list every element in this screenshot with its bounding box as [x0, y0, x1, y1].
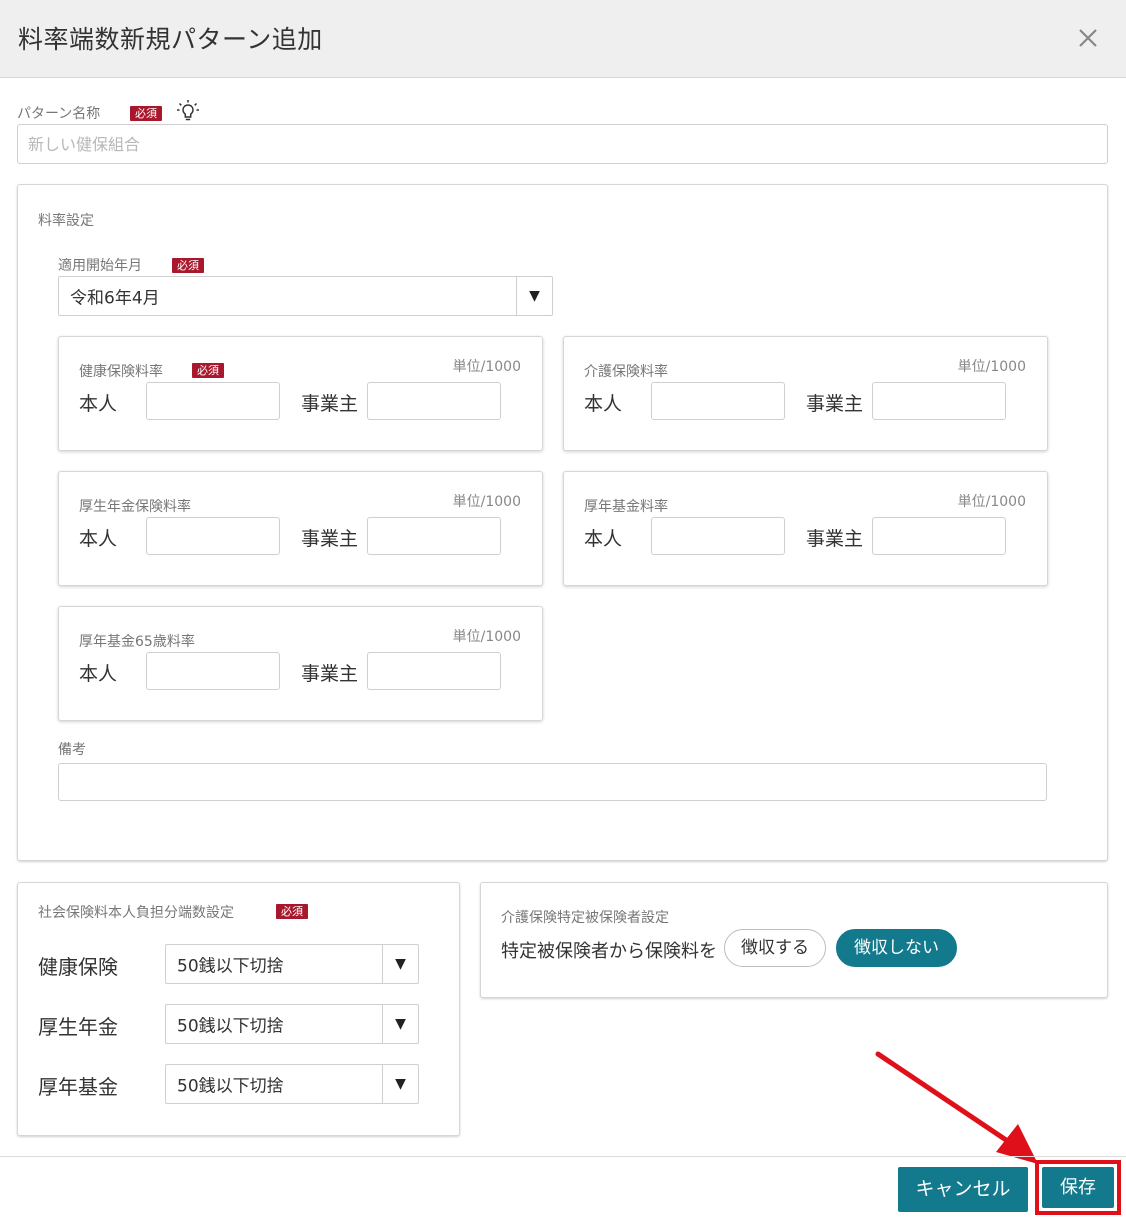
- pension-self-input[interactable]: [146, 517, 280, 555]
- fund-rounding-label: 厚年基金: [38, 1075, 118, 1099]
- care-insured-title: 介護保険特定被保険者設定: [501, 910, 669, 926]
- card-title: 介護保険料率: [584, 364, 668, 380]
- pension-rounding-label: 厚生年金: [38, 1015, 118, 1039]
- health-rounding-select[interactable]: 50銭以下切捨 ▼: [165, 944, 419, 984]
- fund65-employer-input[interactable]: [367, 652, 501, 690]
- rounding-settings-title: 社会保険料本人負担分端数設定: [38, 905, 234, 921]
- fund-self-input[interactable]: [651, 517, 785, 555]
- remarks-label: 備考: [58, 742, 86, 758]
- start-month-value: 令和6年4月: [70, 288, 160, 309]
- pension-fund-65-rate-card: 厚年基金65歳料率 単位/1000 本人 事業主: [58, 606, 543, 721]
- care-self-input[interactable]: [651, 382, 785, 420]
- dropdown-arrow-icon: ▼: [395, 956, 406, 972]
- health-rounding-label: 健康保険: [38, 955, 118, 979]
- dropdown-arrow-icon: ▼: [395, 1016, 406, 1032]
- health-rounding-value: 50銭以下切捨: [177, 956, 284, 977]
- fund65-self-input[interactable]: [146, 652, 280, 690]
- unit-label: 単位/1000: [452, 629, 521, 645]
- unit-label: 単位/1000: [957, 494, 1026, 510]
- required-badge: 必須: [276, 904, 308, 919]
- unit-label: 単位/1000: [452, 494, 521, 510]
- pension-fund-rate-card: 厚年基金料率 単位/1000 本人 事業主: [563, 471, 1048, 586]
- remarks-input[interactable]: [58, 763, 1047, 801]
- self-label: 本人: [584, 528, 623, 550]
- pension-rate-card: 厚生年金保険料率 単位/1000 本人 事業主: [58, 471, 543, 586]
- lightbulb-icon[interactable]: [176, 99, 200, 123]
- footer-divider: [0, 1156, 1126, 1157]
- card-title: 厚生年金保険料率: [79, 499, 191, 515]
- save-button[interactable]: 保存: [1042, 1167, 1114, 1208]
- care-employer-input[interactable]: [872, 382, 1006, 420]
- care-insured-settings-panel: 介護保険特定被保険者設定 特定被保険者から保険料を 徴収する 徴収しない: [480, 882, 1108, 998]
- pension-rounding-select[interactable]: 50銭以下切捨 ▼: [165, 1004, 419, 1044]
- close-icon: [1079, 29, 1097, 47]
- close-button[interactable]: [1072, 22, 1104, 54]
- employer-label: 事業主: [806, 393, 864, 415]
- required-badge: 必須: [130, 106, 162, 121]
- employer-label: 事業主: [301, 663, 359, 685]
- employer-label: 事業主: [301, 393, 359, 415]
- fund-employer-input[interactable]: [872, 517, 1006, 555]
- fund-rounding-select[interactable]: 50銭以下切捨 ▼: [165, 1064, 419, 1104]
- dialog-title: 料率端数新規パターン追加: [18, 25, 323, 54]
- health-insurance-rate-card: 健康保険料率 必須 単位/1000 本人 事業主: [58, 336, 543, 451]
- no-collect-button[interactable]: 徴収しない: [836, 929, 957, 967]
- collect-button[interactable]: 徴収する: [724, 929, 826, 967]
- rate-settings-panel: 料率設定 適用開始年月 必須 令和6年4月 ▼ 健康保険料率 必須 単位/100…: [17, 184, 1108, 861]
- employer-label: 事業主: [301, 528, 359, 550]
- fund-rounding-value: 50銭以下切捨: [177, 1076, 284, 1097]
- start-month-label: 適用開始年月: [58, 258, 142, 274]
- self-label: 本人: [584, 393, 623, 415]
- start-month-select[interactable]: 令和6年4月 ▼: [58, 276, 553, 316]
- required-badge: 必須: [172, 258, 204, 273]
- dialog-header: 料率端数新規パターン追加: [0, 0, 1126, 78]
- rate-settings-title: 料率設定: [38, 213, 94, 229]
- card-title: 健康保険料率: [79, 364, 163, 380]
- self-label: 本人: [79, 528, 118, 550]
- health-employer-input[interactable]: [367, 382, 501, 420]
- required-badge: 必須: [192, 363, 224, 378]
- dropdown-arrow-icon: ▼: [529, 288, 540, 304]
- dropdown-arrow-icon: ▼: [395, 1076, 406, 1092]
- rounding-settings-panel: 社会保険料本人負担分端数設定 必須 健康保険 50銭以下切捨 ▼ 厚生年金 50…: [17, 882, 460, 1136]
- card-title: 厚年基金65歳料率: [79, 634, 195, 650]
- care-insured-prompt: 特定被保険者から保険料を: [501, 941, 717, 962]
- employer-label: 事業主: [806, 528, 864, 550]
- pension-rounding-value: 50銭以下切捨: [177, 1016, 284, 1037]
- care-insurance-rate-card: 介護保険料率 単位/1000 本人 事業主: [563, 336, 1048, 451]
- self-label: 本人: [79, 663, 118, 685]
- annotation-arrow-icon: [875, 1051, 1038, 1164]
- cancel-button[interactable]: キャンセル: [898, 1167, 1028, 1212]
- pattern-name-label: パターン名称: [17, 106, 101, 122]
- unit-label: 単位/1000: [957, 359, 1026, 375]
- pattern-name-input[interactable]: [17, 124, 1108, 164]
- self-label: 本人: [79, 393, 118, 415]
- health-self-input[interactable]: [146, 382, 280, 420]
- unit-label: 単位/1000: [452, 359, 521, 375]
- pension-employer-input[interactable]: [367, 517, 501, 555]
- card-title: 厚年基金料率: [584, 499, 668, 515]
